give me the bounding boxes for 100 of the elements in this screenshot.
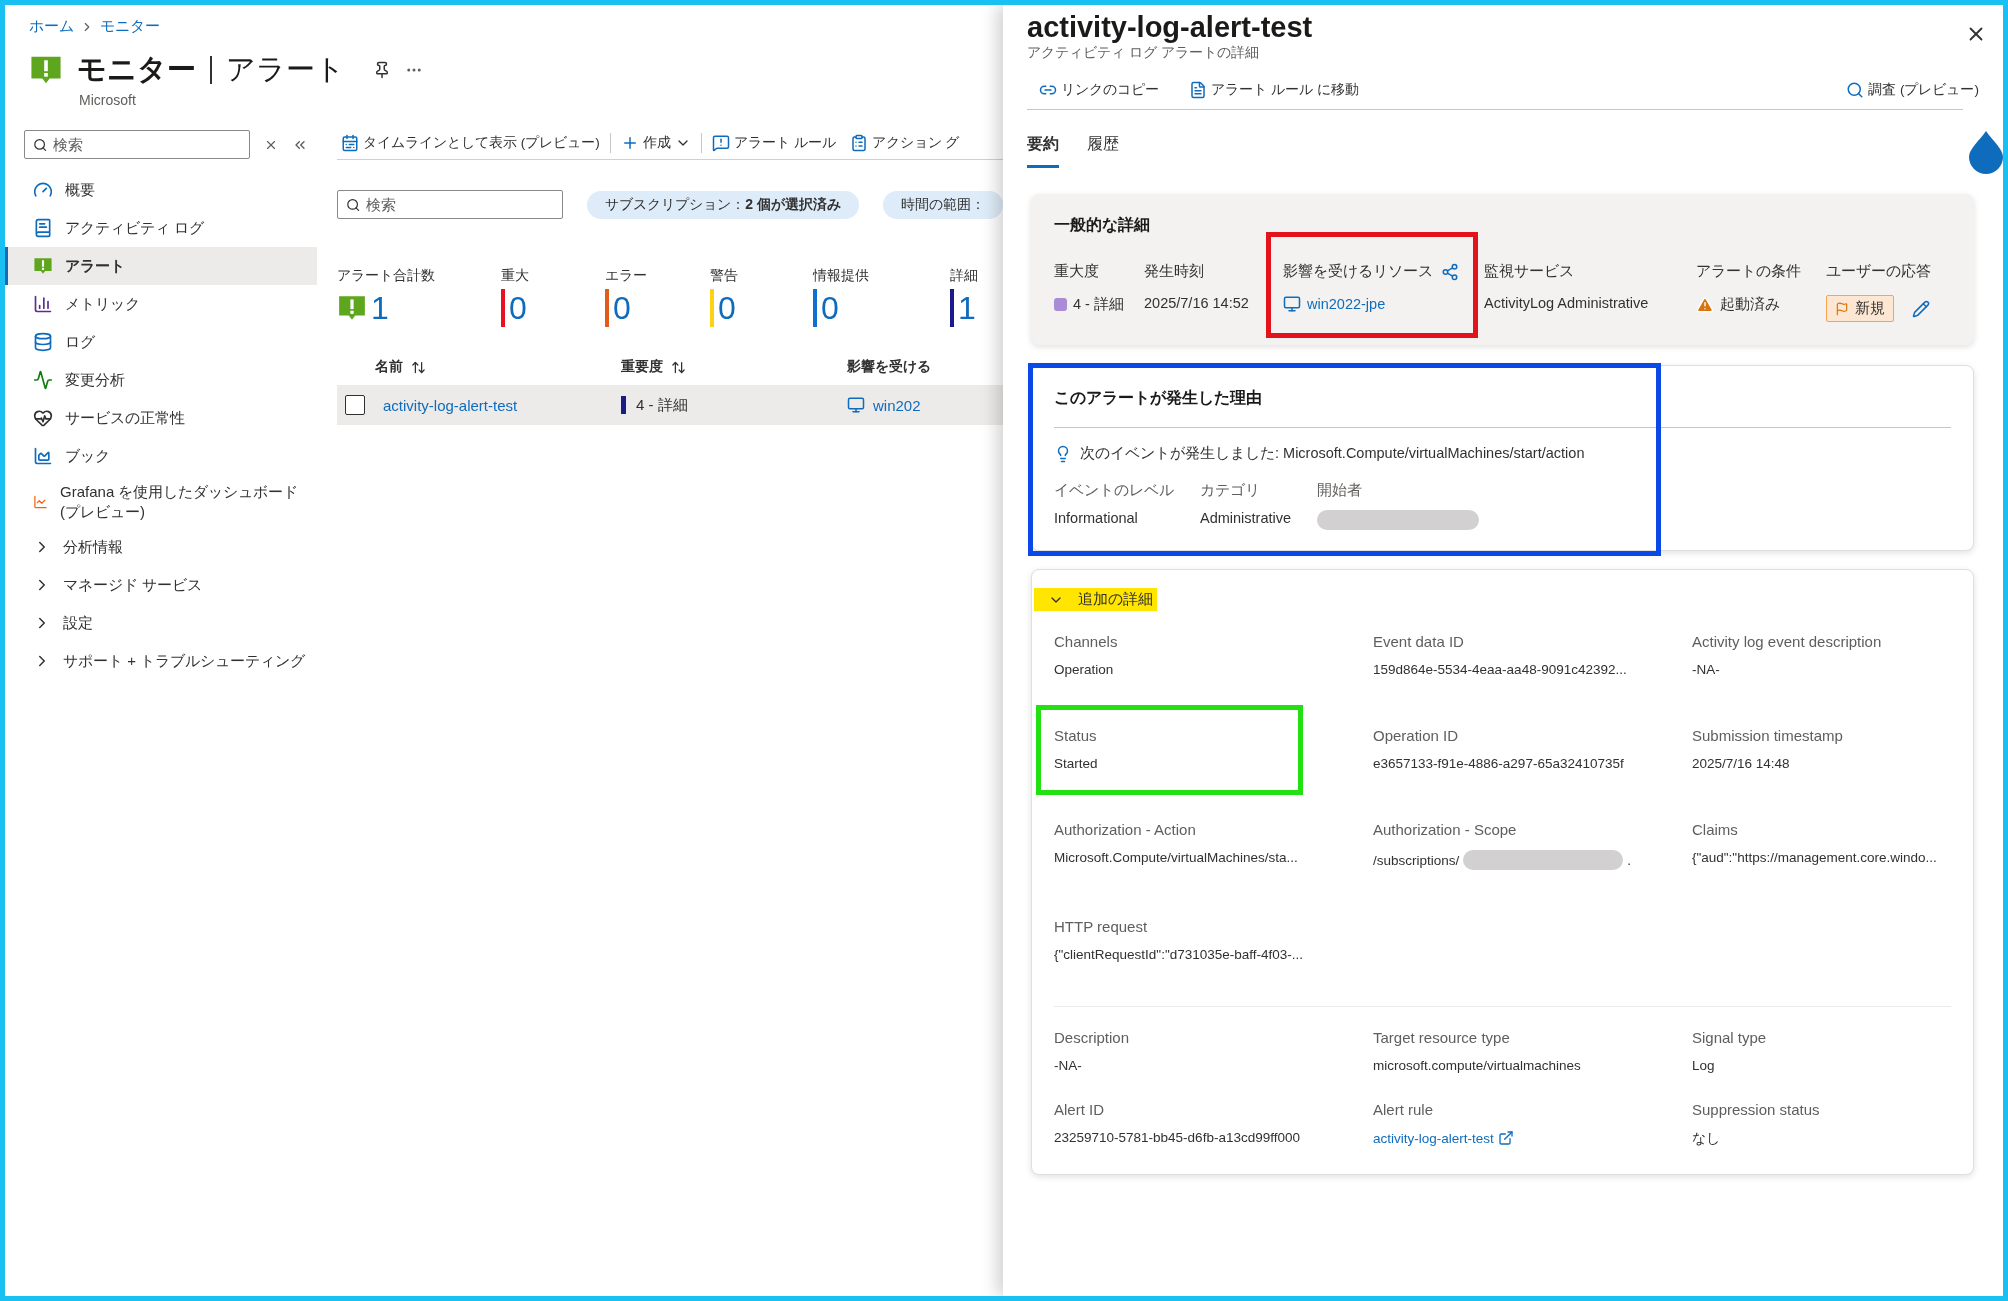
search-field[interactable]: 検索 [24,130,250,159]
field-label: イベントのレベル [1054,481,1174,500]
detail-value: microsoft.compute/virtualmachines [1373,1058,1581,1073]
panel-subtitle: アクティビティ ログ アラートの詳細 [1027,44,1260,62]
nav-item[interactable]: 設定 [5,604,317,642]
stat-value: 0 [821,289,839,327]
nav-item[interactable]: ログ [5,323,317,361]
column-header[interactable]: 影響を受ける [847,358,931,376]
card-heading: このアラートが発生した理由 [1054,388,1263,408]
field-label: 開始者 [1317,481,1364,500]
toolbar-button[interactable]: 作成 [616,133,695,152]
stat-label: 重大 [501,267,530,285]
resource-link[interactable]: win2022-jpe [1307,296,1386,312]
event-text: 次のイベントが発生しました: Microsoft.Compute/virtualMachines/start/action [1080,444,1585,463]
detail-label: Alert ID [1054,1101,1105,1118]
gauge-icon [33,180,53,200]
monitor-icon [847,396,865,414]
nav-item[interactable]: 概要 [5,171,317,209]
search-field[interactable]: 検索 [337,190,564,219]
monitor-icon [1283,295,1301,313]
detail-label: Target resource type [1373,1029,1511,1046]
breadcrumb-link[interactable]: モニター [100,17,160,36]
external-link-icon[interactable] [1497,1130,1514,1146]
table-row[interactable]: activity-log-alert-test 4 - 詳細 win202 [337,385,1003,425]
nav-item[interactable]: マネージド サービス [5,566,317,604]
warning-icon [1696,295,1714,314]
investigate-button[interactable]: 調査 (プレビュー) [1842,80,1983,99]
field-label: 影響を受けるリソース [1283,262,1433,281]
filter-pill[interactable]: サブスクリプション：2 個が選択済み [587,190,859,219]
detail-label: Authorization - Action [1054,821,1197,838]
activity-icon [33,370,53,390]
share-icon[interactable] [1441,262,1459,281]
field-label: カテゴリ [1200,481,1261,500]
breadcrumb-link[interactable]: ホーム [29,17,74,36]
nav-item[interactable]: アクティビティ ログ [5,209,317,247]
detail-label: Activity log event description [1692,633,1883,650]
response-button[interactable]: 新規 [1826,295,1894,322]
toolbar-button[interactable]: アラート ルール [707,133,840,152]
field-value: Informational [1054,510,1138,526]
nav-item[interactable]: アラート [5,247,317,285]
sort-icon[interactable] [671,359,686,375]
toolbar-button[interactable]: リンクのコピー [1035,80,1163,99]
filter-pill[interactable]: 時間の範囲： [883,190,1003,219]
alert-rule-link[interactable]: activity-log-alert-test [1373,1130,1494,1146]
search-input[interactable]: 検索 [366,191,555,218]
nav-item[interactable]: サービスの正常性 [5,399,317,437]
droplet-icon[interactable] [1967,129,2003,175]
field-label: 監視サービス [1484,262,1574,281]
detail-value: Log [1692,1058,1715,1073]
column-header[interactable]: 重要度 [621,358,663,376]
detail-label: Suppression status [1692,1101,1821,1118]
detail-value: 2025/7/16 14:48 [1692,756,1790,771]
stat-value: 0 [613,289,631,327]
field-value: Administrative [1200,510,1292,526]
field-value: 2025/7/16 14:52 [1144,295,1249,311]
detail-value: なし [1692,1130,1720,1148]
nav-item[interactable]: メトリック [5,285,317,323]
detail-label: Alert rule [1373,1101,1435,1118]
column-header[interactable]: 名前 [375,358,403,376]
database-icon [33,332,53,352]
search-icon [346,196,361,213]
page-section: アラート [226,50,345,90]
field-value: 4 - 詳細 [1073,295,1124,314]
search-input[interactable]: 検索 [53,131,241,158]
toolbar-button[interactable]: アラート ルール に移動 [1185,80,1363,99]
toolbar-button[interactable]: タイムラインとして表示 (プレビュー) [337,133,604,152]
detail-label: Submission timestamp [1692,727,1844,744]
pin-icon[interactable] [373,61,391,79]
nav-item[interactable]: 分析情報 [5,528,317,566]
detail-label: Signal type [1692,1029,1768,1046]
timeline-icon [341,133,359,152]
nav-item[interactable]: ブック [5,437,317,475]
flag-icon [1835,301,1849,316]
nav-item[interactable]: 変更分析 [5,361,317,399]
toolbar-button[interactable]: アクション グ [845,133,964,152]
stat-label: エラー [605,267,648,285]
book-icon [33,218,53,238]
detail-label: Operation ID [1373,727,1460,744]
field-value: 起動済み [1720,295,1780,314]
stat-label: 警告 [710,267,739,285]
nav-item[interactable]: Grafana を使用したダッシュボード (プレビュー) [5,475,317,528]
edit-button[interactable] [1912,299,1930,318]
stat-value: 1 [371,289,389,327]
card-heading: 一般的な詳細 [1054,215,1151,236]
alert-icon [33,256,53,276]
alert-link[interactable]: activity-log-alert-test [383,396,518,414]
detail-value: {"aud":"https://management.core.windo... [1692,850,1937,865]
detail-value: Operation [1054,662,1114,677]
tab[interactable]: 履歴 [1087,128,1119,168]
sort-icon[interactable] [411,359,426,375]
details-toggle[interactable]: 追加の詳細 [1034,588,1157,611]
area-chart-icon [33,446,53,466]
nav-item[interactable]: サポート + トラブルシューティング [5,642,317,680]
bar-chart-icon [33,294,53,314]
tab[interactable]: 要約 [1027,128,1059,168]
detail-value: 23259710-5781-bb45-d6fb-a13cd99ff000 [1054,1130,1300,1145]
row-checkbox[interactable] [345,395,365,415]
field-value: ActivityLog Administrative [1484,295,1649,311]
resource-link[interactable]: win202 [873,396,921,414]
detail-value: 159d864e-5534-4eaa-aa48-9091c42392... [1373,662,1627,677]
